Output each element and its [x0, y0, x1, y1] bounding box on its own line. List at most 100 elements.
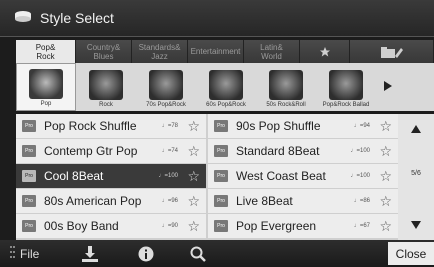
- page-up-button[interactable]: [398, 116, 434, 142]
- pro-badge: Pro: [214, 120, 228, 132]
- style-tempo: ♩=74: [161, 148, 178, 154]
- style-tempo: ♩=90: [161, 223, 178, 229]
- style-name: Cool 8Beat: [44, 169, 104, 183]
- pro-badge: Pro: [22, 170, 36, 182]
- style-column-right: Pro 90s Pop Shuffle ♩=94 ☆ Pro Standard …: [208, 114, 398, 240]
- pro-badge: Pro: [22, 195, 36, 207]
- tab-user[interactable]: [350, 40, 434, 63]
- tab-label: Pop& Rock: [35, 42, 56, 61]
- tab-country-blues[interactable]: Country& Blues: [76, 40, 132, 63]
- star-icon[interactable]: ☆: [187, 194, 200, 208]
- tab-favorites[interactable]: [300, 40, 350, 63]
- save-download-icon[interactable]: [80, 244, 100, 264]
- tab-standards-jazz[interactable]: Standards& Jazz: [132, 40, 188, 63]
- style-row[interactable]: Pro 00s Boy Band ♩=90 ☆: [16, 214, 206, 238]
- pro-badge: Pro: [22, 220, 36, 232]
- tab-pop-rock[interactable]: Pop& Rock: [16, 40, 76, 63]
- subcategory-label: Pop: [40, 101, 52, 107]
- pop-thumbnail: [29, 69, 63, 99]
- triangle-up-icon: [411, 120, 421, 138]
- star-icon[interactable]: ☆: [379, 219, 392, 233]
- subcategory-60s[interactable]: 60s Pop&Rock: [196, 63, 256, 111]
- 50s-thumbnail: [269, 70, 303, 100]
- style-row[interactable]: Pro Pop Evergreen ♩=67 ☆: [208, 214, 398, 238]
- style-tempo: ♩=94: [353, 123, 370, 129]
- style-name: Live 8Beat: [236, 194, 293, 208]
- style-tempo: ♩=96: [161, 198, 178, 204]
- title-bar: Style Select: [0, 0, 434, 37]
- tab-label: Standards& Jazz: [138, 42, 181, 61]
- subcategory-label: Rock: [99, 102, 113, 108]
- style-name: Pop Rock Shuffle: [44, 119, 137, 133]
- style-tempo: ♩=67: [353, 223, 370, 229]
- subcategory-label: 70s Pop&Rock: [146, 102, 186, 108]
- subcategory-label: 60s Pop&Rock: [206, 102, 246, 108]
- pro-badge: Pro: [22, 120, 36, 132]
- triangle-down-icon: [411, 216, 421, 234]
- style-row[interactable]: Pro Pop Rock Shuffle ♩=78 ☆: [16, 114, 206, 138]
- category-tabs: Pop& Rock Country& Blues Standards& Jazz…: [16, 40, 434, 63]
- subcategory-label: Pop&Rock Ballad: [322, 102, 370, 108]
- star-icon[interactable]: ☆: [379, 169, 392, 183]
- style-row[interactable]: Pro 90s Pop Shuffle ♩=94 ☆: [208, 114, 398, 138]
- subcategory-70s[interactable]: 70s Pop&Rock: [136, 63, 196, 111]
- tab-entertainment[interactable]: Entertainment: [188, 40, 244, 63]
- 70s-thumbnail: [149, 70, 183, 100]
- subcategory-next-button[interactable]: [376, 63, 400, 111]
- subcategory-rock[interactable]: Rock: [76, 63, 136, 111]
- page-indicator: 5/6: [411, 170, 421, 177]
- style-column-left: Pro Pop Rock Shuffle ♩=78 ☆ Pro Contemp …: [16, 114, 206, 240]
- triangle-right-icon: [384, 78, 392, 96]
- page-down-button[interactable]: [398, 212, 434, 238]
- subcategory-label: 50s Rock&Roll: [266, 102, 306, 108]
- page-scroll-panel: 5/6: [398, 114, 434, 240]
- bottom-bar: File: [0, 240, 434, 267]
- grip-icon: [10, 246, 15, 261]
- window-title: Style Select: [40, 10, 114, 26]
- style-select-screen: Style Select Pop& Rock Country& Blues St…: [0, 0, 434, 267]
- subcategory-50s[interactable]: 50s Rock&Roll: [256, 63, 316, 111]
- file-button[interactable]: File: [10, 246, 39, 261]
- file-label: File: [20, 246, 40, 261]
- tab-label: Country& Blues: [86, 42, 121, 61]
- style-row[interactable]: Pro 80s American Pop ♩=96 ☆: [16, 189, 206, 213]
- style-name: Standard 8Beat: [236, 144, 320, 158]
- pro-badge: Pro: [22, 145, 36, 157]
- search-icon[interactable]: [188, 244, 208, 264]
- style-tempo: ♩=100: [350, 148, 370, 154]
- style-icon: [14, 9, 32, 27]
- star-icon[interactable]: ☆: [187, 169, 200, 183]
- style-tempo: ♩=78: [161, 123, 178, 129]
- tab-latin-world[interactable]: Latin& World: [244, 40, 300, 63]
- style-name: 00s Boy Band: [44, 219, 119, 233]
- style-tempo: ♩=100: [158, 173, 178, 179]
- style-name: West Coast Beat: [236, 169, 326, 183]
- close-button[interactable]: Close: [388, 242, 434, 265]
- rock-thumbnail: [89, 70, 123, 100]
- subcategory-strip: Pop Rock 70s Pop&Rock 60s Pop&Rock 50s R…: [16, 63, 434, 111]
- pro-badge: Pro: [214, 220, 228, 232]
- tab-label: Entertainment: [190, 47, 241, 56]
- ballad-thumbnail: [329, 70, 363, 100]
- style-row[interactable]: Pro Live 8Beat ♩=86 ☆: [208, 189, 398, 213]
- style-name: Pop Evergreen: [236, 219, 317, 233]
- star-icon[interactable]: ☆: [379, 119, 392, 133]
- star-icon[interactable]: ☆: [187, 119, 200, 133]
- style-row[interactable]: Pro Standard 8Beat ♩=100 ☆: [208, 139, 398, 163]
- subcategory-ballad[interactable]: Pop&Rock Ballad: [316, 63, 376, 111]
- star-icon[interactable]: ☆: [379, 144, 392, 158]
- style-list: Pro Pop Rock Shuffle ♩=78 ☆ Pro Contemp …: [16, 114, 398, 240]
- star-icon[interactable]: ☆: [187, 219, 200, 233]
- subcategory-pop[interactable]: Pop: [16, 63, 76, 111]
- style-tempo: ♩=100: [350, 173, 370, 179]
- user-folder-icon: [380, 45, 404, 59]
- style-row[interactable]: Pro Contemp Gtr Pop ♩=74 ☆: [16, 139, 206, 163]
- star-icon[interactable]: ☆: [187, 144, 200, 158]
- style-row-selected[interactable]: Pro Cool 8Beat ♩=100 ☆: [16, 164, 206, 188]
- tab-label: Latin& World: [260, 42, 283, 61]
- style-name: 80s American Pop: [44, 194, 142, 208]
- style-row[interactable]: Pro West Coast Beat ♩=100 ☆: [208, 164, 398, 188]
- pro-badge: Pro: [214, 195, 228, 207]
- star-icon[interactable]: ☆: [379, 194, 392, 208]
- info-icon[interactable]: [136, 244, 156, 264]
